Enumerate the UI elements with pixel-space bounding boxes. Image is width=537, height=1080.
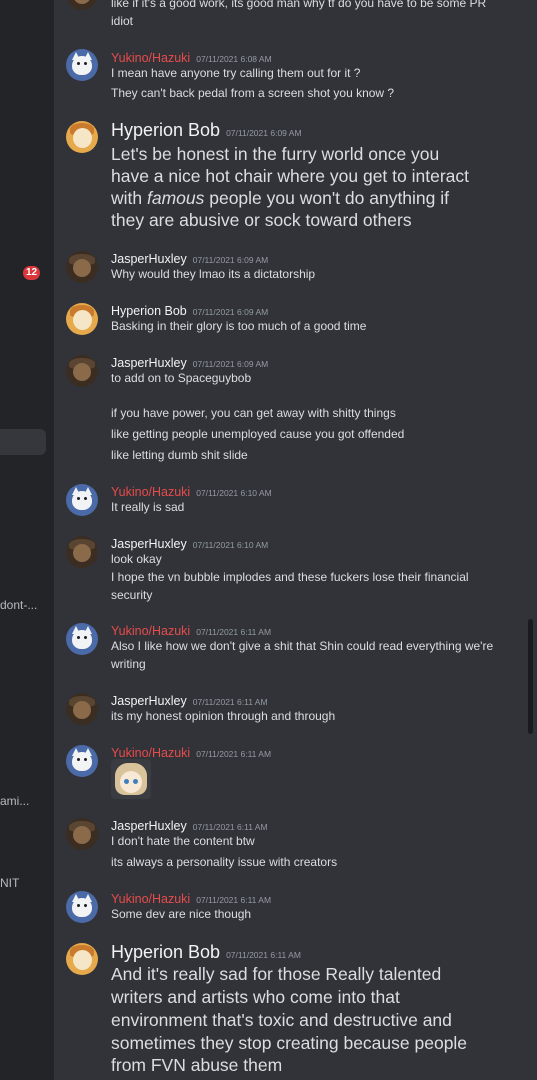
- message-line: from FVN abuse them: [111, 1055, 283, 1075]
- message-line: And it's really sad for those Really tal…: [111, 964, 442, 984]
- message-line: like letting dumb shit slide: [111, 448, 248, 462]
- chat-area: like if it's a good work, its good man w…: [54, 0, 537, 1080]
- author-name[interactable]: Yukino/Hazuki: [111, 51, 190, 65]
- message-line: idiot: [111, 14, 134, 28]
- message-timestamp: 07/11/2021 6:11 AM: [196, 627, 272, 637]
- message-line: its always a personality issue with crea…: [111, 855, 338, 869]
- channel-label[interactable]: dont-...: [0, 598, 37, 612]
- message-line: they are abusive or sock toward others: [111, 210, 412, 230]
- author-name[interactable]: Yukino/Hazuki: [111, 746, 190, 760]
- message-line: to add on to Spaceguybob: [111, 371, 252, 385]
- author-name[interactable]: JasperHuxley: [111, 356, 187, 370]
- message-line: Why would they lmao its a dictatorship: [111, 267, 316, 281]
- message-line: have a nice hot chair where you get to i…: [111, 166, 469, 186]
- message-line: They can't back pedal from a screen shot…: [111, 86, 395, 100]
- jasper-avatar[interactable]: [66, 693, 98, 725]
- message-timestamp: 07/11/2021 6:08 AM: [196, 54, 272, 64]
- message-line: writers and artists who come into that: [111, 987, 400, 1007]
- message-line: like if it's a good work, its good man w…: [111, 0, 487, 10]
- message-timestamp: 07/11/2021 6:09 AM: [192, 359, 269, 369]
- message-line: look okay: [111, 552, 162, 566]
- wolf-avatar[interactable]: [66, 891, 98, 923]
- message-timestamp: 07/11/2021 6:09 AM: [192, 255, 269, 265]
- message-line: if you have power, you can get away with…: [111, 406, 396, 420]
- jasper-avatar[interactable]: [66, 251, 98, 283]
- author-name[interactable]: JasperHuxley: [111, 252, 187, 266]
- author-name[interactable]: Yukino/Hazuki: [111, 624, 190, 638]
- message-timestamp: 07/11/2021 6:11 AM: [196, 749, 272, 759]
- message-line: I hope the vn bubble implodes and these …: [111, 570, 469, 584]
- author-name[interactable]: Yukino/Hazuki: [111, 485, 190, 499]
- message-line: Let's be honest in the furry world once …: [111, 144, 440, 164]
- message-line: writing: [111, 657, 146, 671]
- message-timestamp: 07/11/2021 6:11 AM: [192, 822, 268, 832]
- message-line: with famous people you won't do anything…: [111, 188, 449, 208]
- bob-avatar[interactable]: [66, 303, 98, 335]
- selected-channel-indicator[interactable]: [0, 429, 46, 455]
- anime-girl-emote[interactable]: [111, 759, 151, 799]
- wolf-avatar[interactable]: [66, 745, 98, 777]
- author-name[interactable]: Hyperion Bob: [111, 942, 220, 962]
- message-timestamp: 07/11/2021 6:10 AM: [192, 540, 269, 550]
- jasper-avatar[interactable]: [66, 536, 98, 568]
- message-timestamp: 07/11/2021 6:09 AM: [226, 128, 302, 138]
- author-name[interactable]: Yukino/Hazuki: [111, 892, 190, 906]
- message-line: like getting people unemployed cause you…: [111, 427, 405, 441]
- mention-badge[interactable]: 12: [23, 266, 40, 280]
- wolf-avatar[interactable]: [66, 623, 98, 655]
- bob-avatar[interactable]: [66, 943, 98, 975]
- jasper-avatar[interactable]: [66, 355, 98, 387]
- message-timestamp: 07/11/2021 6:11 AM: [196, 895, 272, 905]
- message-timestamp: 07/11/2021 6:09 AM: [192, 307, 269, 317]
- message-line: Some dev are nice though: [111, 907, 252, 921]
- jasper-avatar[interactable]: [66, 0, 98, 10]
- message-line: I mean have anyone try calling them out …: [111, 66, 361, 80]
- author-name[interactable]: Hyperion Bob: [111, 120, 220, 140]
- message-timestamp: 07/11/2021 6:10 AM: [196, 488, 272, 498]
- bob-avatar[interactable]: [66, 121, 98, 153]
- jasper-avatar[interactable]: [66, 818, 98, 850]
- message-line: Basking in their glory is too much of a …: [111, 319, 367, 333]
- message-line: sometimes they stop creating because peo…: [111, 1033, 468, 1053]
- channel-label[interactable]: NIT: [0, 876, 19, 890]
- server-sidebar: 12 dont-... ami... NIT: [0, 0, 54, 1080]
- message-line: its my honest opinion through and throug…: [111, 709, 336, 723]
- message-line: security: [111, 588, 153, 602]
- author-name[interactable]: Hyperion Bob: [111, 304, 187, 318]
- message-line: It really is sad: [111, 500, 185, 514]
- author-name[interactable]: JasperHuxley: [111, 694, 187, 708]
- wolf-avatar[interactable]: [66, 484, 98, 516]
- wolf-avatar[interactable]: [66, 49, 98, 81]
- chat-scrollbar[interactable]: [528, 619, 533, 734]
- message-line: Also I like how we don't give a shit tha…: [111, 639, 494, 653]
- message-line: I don't hate the content btw: [111, 834, 255, 848]
- author-name[interactable]: JasperHuxley: [111, 537, 187, 551]
- message-timestamp: 07/11/2021 6:11 AM: [226, 950, 301, 960]
- author-name[interactable]: JasperHuxley: [111, 819, 187, 833]
- message-timestamp: 07/11/2021 6:11 AM: [192, 697, 268, 707]
- channel-label[interactable]: ami...: [0, 794, 29, 808]
- message-line: environment that's toxic and destructive…: [111, 1010, 452, 1030]
